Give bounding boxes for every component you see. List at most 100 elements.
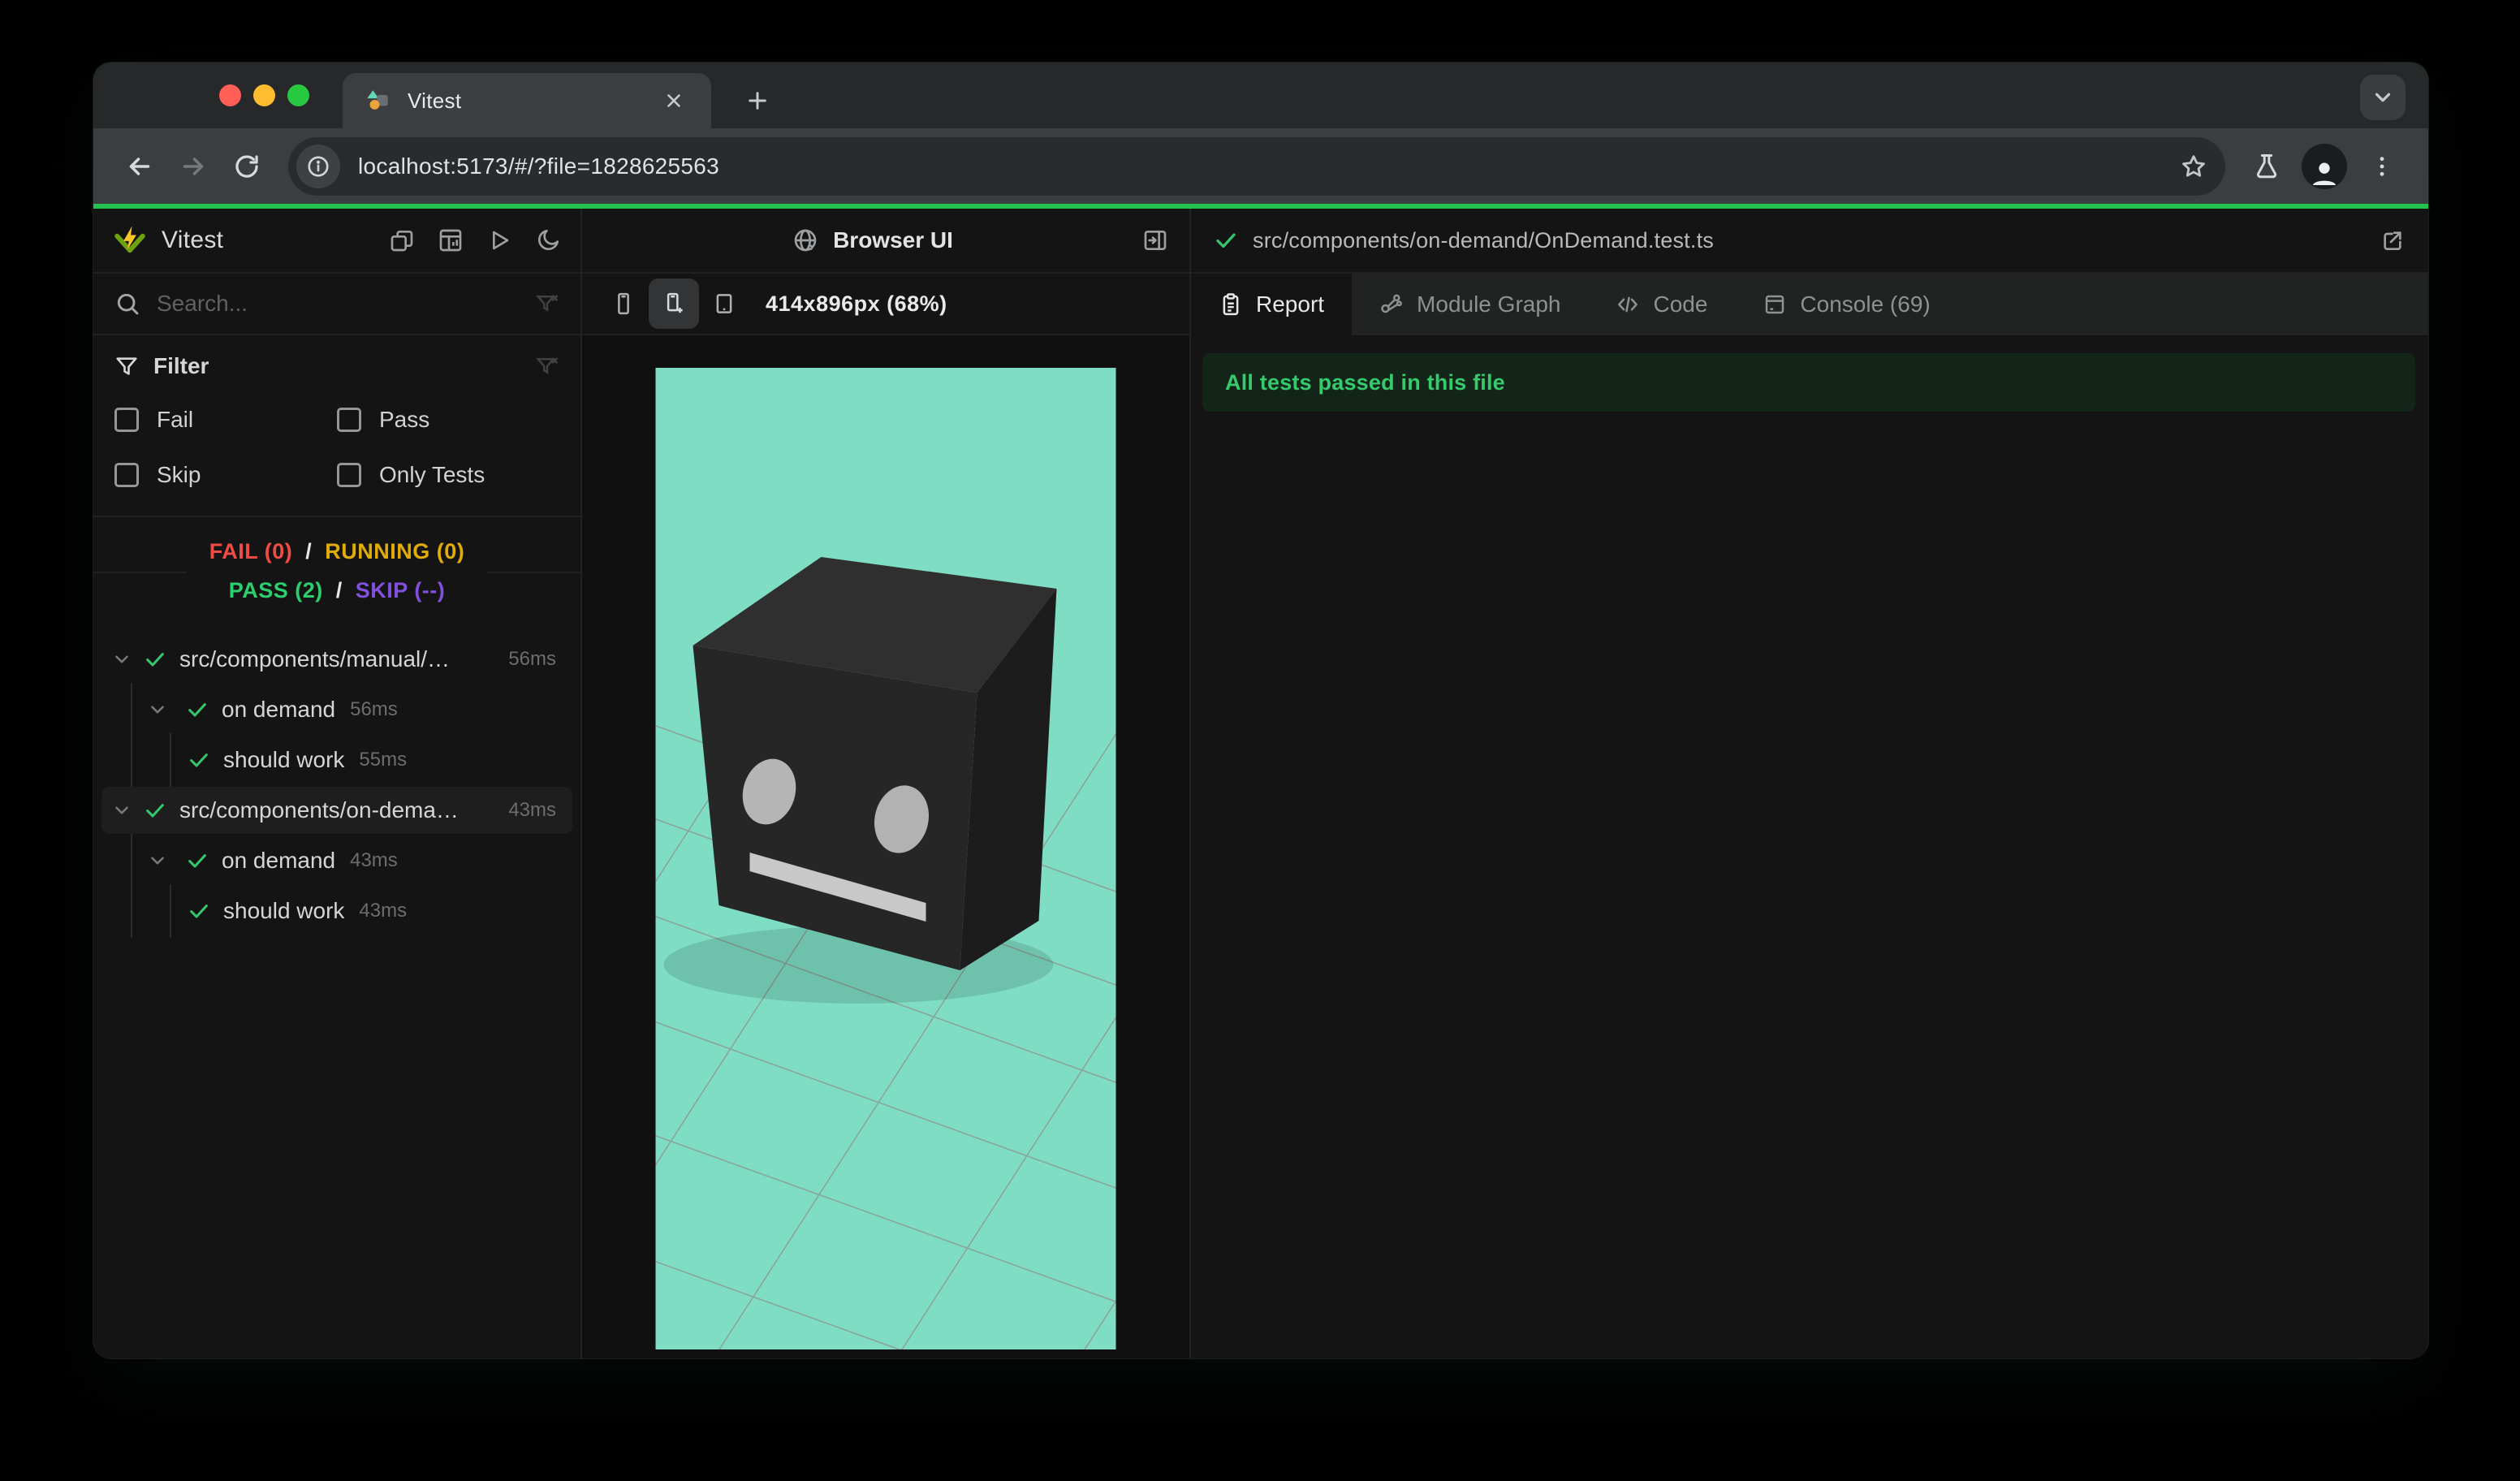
chevron-down-icon[interactable] [147,850,168,871]
device-tablet-icon[interactable] [699,278,749,329]
browser-menu-kebab-icon[interactable] [2358,143,2406,190]
report-body: All tests passed in this file [1191,335,2428,1358]
tab-report-label: Report [1256,291,1325,317]
indent-guide [131,834,132,887]
ui-windows-toggle-icon[interactable] [389,227,415,253]
filter-checkbox-skip[interactable]: Skip [114,462,337,488]
clear-filter-icon[interactable] [535,354,559,378]
tab-console[interactable]: Console (69) [1735,274,1957,335]
browser-ui-title: Browser UI [833,227,953,253]
checkbox[interactable] [337,463,361,487]
device-toolbar: 414x896px (68%) [582,274,1189,335]
dark-mode-moon-icon[interactable] [535,227,561,253]
url-text[interactable]: localhost:5173/#/?file=1828625563 [358,153,719,179]
pass-check-icon [1214,228,1238,253]
checkbox[interactable] [114,463,139,487]
test-case-row[interactable]: should work 43ms [101,884,572,938]
search-bar[interactable]: Search... [93,274,580,335]
test-file-row[interactable]: src/components/on-dema… 43ms [101,787,572,834]
experiments-flask-icon[interactable] [2243,143,2290,190]
device-phone-icon[interactable] [598,278,649,329]
indent-guide [131,733,132,787]
report-panel: src/components/on-demand/OnDemand.test.t… [1191,209,2428,1358]
sidebar-header: Vitest [93,209,580,274]
filter-checkbox-only-tests[interactable]: Only Tests [337,462,559,488]
summary-segment: PASS (2) [228,578,323,602]
run-all-play-icon[interactable] [486,227,512,253]
site-info-icon[interactable] [296,144,340,188]
window-minimize-button[interactable] [253,84,275,106]
checkbox[interactable] [337,408,361,432]
pass-check-icon [144,799,166,822]
tab-title: Vitest [408,88,462,113]
browser-tab[interactable]: Vitest [343,73,711,128]
threejs-cube-scene [655,368,1116,1349]
tab-strip: Vitest [93,63,2428,128]
vitest-favicon-icon [364,87,391,114]
indent-guide [170,884,171,938]
test-duration: 56ms [508,648,556,670]
tab-report[interactable]: Report [1191,274,1353,335]
filter-checkbox-pass[interactable]: Pass [337,407,559,433]
filter-checkbox-fail[interactable]: Fail [114,407,337,433]
tested-page-viewport[interactable] [655,368,1116,1349]
test-case-row[interactable]: should work 55ms [101,733,572,787]
device-phone-plus-icon[interactable] [649,278,699,329]
back-button[interactable] [116,143,163,190]
test-suite-row[interactable]: on demand 56ms [101,683,572,736]
tab-close-icon[interactable] [658,84,690,117]
tab-search-button[interactable] [2360,75,2406,120]
app-title: Vitest [162,227,224,253]
test-label: on demand [222,697,336,722]
window-controls [219,84,309,106]
indent-guide [131,683,132,736]
banner-text: All tests passed in this file [1225,369,1505,395]
tab-module-graph[interactable]: Module Graph [1352,274,1588,335]
pass-check-icon [186,698,209,721]
all-tests-passed-banner: All tests passed in this file [1202,353,2415,412]
tab-code-label: Code [1653,291,1708,317]
summary-segment: / [335,578,343,602]
tab-console-label: Console (69) [1800,291,1931,317]
test-label: src/components/manual/… [179,646,451,671]
window-close-button[interactable] [219,84,241,106]
clear-filter-icon[interactable] [535,291,559,316]
chevron-down-icon[interactable] [111,800,132,821]
indent-guide [131,884,132,938]
viewport-size-label: 414x896px (68%) [766,291,947,316]
test-duration: 43ms [508,799,556,821]
console-icon [1763,292,1787,317]
browser-ui-header: Browser UI [582,209,1189,274]
open-external-icon[interactable] [2380,227,2406,253]
checkbox-label: Pass [379,407,430,432]
dashboard-icon[interactable] [438,227,464,253]
test-file-header: src/components/on-demand/OnDemand.test.t… [1191,209,2428,274]
test-label: src/components/on-dema… [179,797,459,823]
panel-expand-icon[interactable] [1142,227,1168,253]
search-input[interactable]: Search... [157,291,535,317]
test-file-row[interactable]: src/components/manual/… 56ms [101,636,572,683]
test-duration: 56ms [350,698,398,720]
filter-options: Fail Pass Skip Only Tests [114,407,559,488]
test-duration: 55ms [359,749,408,771]
test-summary: FAIL (0) / RUNNING (0) PASS (2) / SKIP (… [93,517,580,626]
checkbox[interactable] [114,408,139,432]
new-tab-button[interactable] [736,80,779,122]
reload-button[interactable] [223,143,270,190]
summary-segment: RUNNING (0) [325,539,465,563]
tab-code[interactable]: Code [1588,274,1735,335]
report-tab-bar: Report Module Graph Code Console (69) [1191,274,2428,335]
vitest-logo-icon [113,223,147,257]
address-bar[interactable]: localhost:5173/#/?file=1828625563 [288,136,2225,196]
test-duration: 43ms [359,900,408,922]
forward-button[interactable] [170,143,217,190]
browser-preview-area [582,335,1189,1358]
chevron-down-icon[interactable] [111,649,132,670]
bookmark-star-icon[interactable] [2180,153,2207,180]
browser-toolbar: localhost:5173/#/?file=1828625563 [93,128,2428,204]
checkbox-label: Skip [157,462,201,487]
window-zoom-button[interactable] [287,84,309,106]
test-suite-row[interactable]: on demand 43ms [101,834,572,887]
chevron-down-icon[interactable] [147,699,168,720]
profile-avatar[interactable] [2302,143,2347,189]
